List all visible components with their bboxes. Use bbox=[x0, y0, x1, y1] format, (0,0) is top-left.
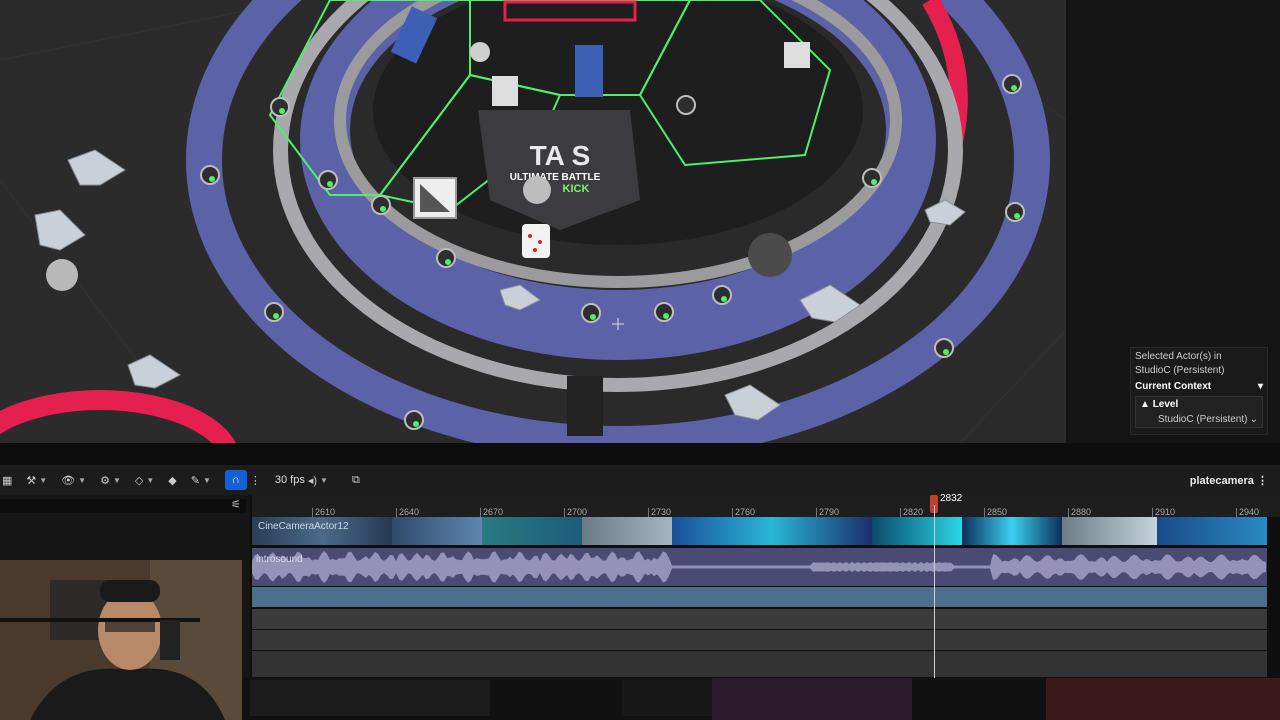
thumbnail bbox=[392, 517, 482, 545]
empty-track[interactable] bbox=[252, 630, 1267, 650]
ruler-tick-label: 2940 bbox=[1239, 507, 1260, 517]
camera-track-label: CineCameraActor12 bbox=[258, 521, 349, 532]
view-dropdown[interactable]: 👁 ▼ bbox=[61, 474, 86, 487]
ruler-tick-label: 2910 bbox=[1155, 507, 1176, 517]
camera-name-label[interactable]: platecamera ⋮ bbox=[1190, 474, 1268, 487]
snap-toggle[interactable]: ∩ ⋮ bbox=[224, 470, 261, 490]
fps-value: 30 fps bbox=[274, 474, 305, 486]
panel-splitter[interactable] bbox=[0, 443, 1280, 465]
audio-track[interactable]: introsound bbox=[252, 548, 1267, 586]
tools-dropdown[interactable]: ⚒ ▼ bbox=[26, 474, 47, 487]
ruler-tick-label: 2820 bbox=[903, 507, 924, 517]
thumbnail bbox=[1062, 517, 1157, 545]
key-dropdown[interactable]: ◇ ▼ bbox=[135, 474, 154, 487]
audio-waveform bbox=[252, 551, 1266, 583]
thumbnail bbox=[1157, 517, 1267, 545]
gear-icon: ⚙ bbox=[100, 474, 110, 487]
wrench-icon: ⚒ bbox=[26, 474, 37, 487]
magnet-icon: ∩ bbox=[224, 470, 247, 490]
svg-text:KICK: KICK bbox=[563, 183, 590, 195]
playback-dropdown[interactable]: ⚙ ▼ bbox=[100, 474, 121, 487]
camera-name: platecamera bbox=[1189, 474, 1254, 487]
caret-down-icon: ▾ bbox=[1257, 381, 1263, 392]
curve-editor-icon: ⧉ bbox=[351, 473, 360, 486]
viewport-scene: TA S ULTIMATE BATTLE KICK bbox=[0, 0, 1066, 443]
selection-context-panel: Selected Actor(s) in StudioC (Persistent… bbox=[1130, 347, 1268, 435]
bottom-strip bbox=[242, 678, 1280, 720]
ruler-tick-label: 2610 bbox=[315, 507, 336, 517]
lock-icon: ⋮ bbox=[1253, 474, 1268, 487]
sequencer-toolbar: ▦ ⚒ ▼ 👁 ▼ ⚙ ▼ ◇ ▼ ◆ ✎ ▼ ∩ ⋮ 30 fps ◂) ▼ ⧉ platec… bbox=[0, 465, 1280, 495]
level-value: StudioC (Persistent) bbox=[1158, 414, 1248, 425]
level-icon: ▲ bbox=[1140, 399, 1150, 410]
thumbnail bbox=[962, 517, 1062, 545]
panel-preview bbox=[250, 680, 490, 716]
ruler-tick-label: 2700 bbox=[567, 507, 588, 517]
webcam-feed bbox=[0, 560, 242, 720]
ruler-tick-label: 2790 bbox=[819, 507, 840, 517]
level-label: Level bbox=[1152, 399, 1179, 410]
key-filled-button[interactable]: ◆ bbox=[168, 474, 176, 487]
thumbnail bbox=[582, 517, 672, 545]
pencil-icon: ✎ bbox=[190, 474, 200, 487]
audio-track-label: introsound bbox=[256, 554, 303, 565]
ruler-tick-label: 2640 bbox=[399, 507, 420, 517]
chevron-down-icon: ▼ bbox=[146, 475, 155, 485]
time-ruler[interactable]: 2610 2640 2670 2700 2730 2760 2790 2820 2850 2880… bbox=[252, 493, 1280, 517]
camera-cut-track[interactable]: CineCameraActor12 bbox=[252, 517, 1267, 545]
panel-preview bbox=[1046, 678, 1280, 720]
grid-menu-icon[interactable]: ▦ bbox=[2, 474, 12, 487]
chevron-down-icon: ▼ bbox=[112, 475, 121, 485]
sync-view-button[interactable]: ⧉ bbox=[352, 474, 360, 487]
level-dropdown[interactable]: StudioC (Persistent) ⌄ bbox=[1140, 414, 1258, 425]
chevron-down-icon: ▼ bbox=[202, 475, 211, 485]
selected-actors-line2: StudioC (Persistent) bbox=[1135, 365, 1225, 376]
diamond-icon: ◇ bbox=[134, 474, 144, 487]
current-context-label: Current Context bbox=[1135, 381, 1212, 392]
svg-text:ULTIMATE BATTLE: ULTIMATE BATTLE bbox=[510, 172, 601, 183]
speaker-icon: ◂) bbox=[307, 474, 318, 487]
edit-dropdown[interactable]: ✎ ▼ bbox=[191, 474, 211, 487]
ruler-tick-label: 2730 bbox=[651, 507, 672, 517]
more-options-icon[interactable]: ⋮ bbox=[250, 474, 261, 487]
filled-diamond-icon: ◆ bbox=[168, 474, 177, 487]
thumbnail bbox=[672, 517, 872, 545]
level-box: ▲ Level StudioC (Persistent) ⌄ bbox=[1135, 396, 1263, 428]
current-context-header[interactable]: Current Context ▾ bbox=[1131, 379, 1267, 394]
eye-icon: 👁 bbox=[61, 474, 76, 487]
chevron-down-icon: ▼ bbox=[39, 475, 48, 485]
thumbnail bbox=[482, 517, 582, 545]
chevron-down-icon: ⌄ bbox=[1249, 414, 1258, 425]
track-filter-bar[interactable] bbox=[0, 499, 246, 513]
empty-track[interactable] bbox=[252, 651, 1267, 677]
fade-track[interactable] bbox=[252, 587, 1267, 607]
fps-dropdown[interactable]: 30 fps ◂) ▼ bbox=[275, 474, 328, 487]
ruler-tick-label: 2760 bbox=[735, 507, 756, 517]
level-viewport[interactable]: TA S ULTIMATE BATTLE KICK bbox=[0, 0, 1066, 443]
filter-icon[interactable]: ⚟ bbox=[231, 498, 241, 511]
chevron-down-icon: ▼ bbox=[78, 475, 87, 485]
webcam-overlay bbox=[0, 560, 242, 720]
playhead-line bbox=[934, 505, 935, 680]
thumbnail bbox=[872, 517, 962, 545]
chevron-down-icon: ▼ bbox=[320, 475, 328, 485]
ruler-tick-label: 2850 bbox=[987, 507, 1008, 517]
empty-track[interactable] bbox=[252, 609, 1267, 629]
ruler-tick-label: 2670 bbox=[483, 507, 504, 517]
svg-text:TA S: TA S bbox=[530, 140, 591, 171]
panel-preview bbox=[712, 678, 912, 720]
playhead-frame: 2832 bbox=[940, 493, 963, 504]
ruler-tick-label: 2880 bbox=[1071, 507, 1092, 517]
